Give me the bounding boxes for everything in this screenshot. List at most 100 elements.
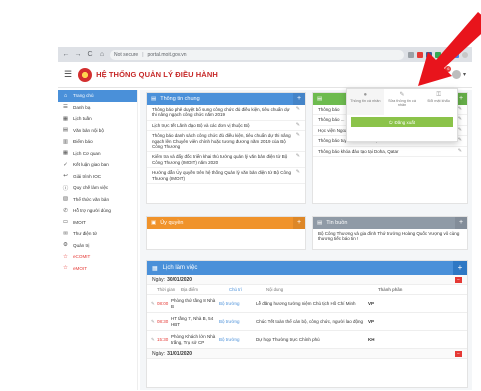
- person-icon: ●: [363, 92, 368, 98]
- sidebar-item[interactable]: ↩ Giải trình IOC: [58, 171, 137, 183]
- add-event-button[interactable]: +: [453, 261, 467, 275]
- day-row: Ngày: 30/01/2020 −: [147, 275, 467, 285]
- reply-icon: ↩: [63, 173, 68, 180]
- menu-icon[interactable]: ☰: [64, 69, 72, 80]
- sidebar-item[interactable]: ▦ Lịch Cơ quan: [58, 148, 137, 160]
- sidebar-item[interactable]: ✉ Thư điện tử: [58, 228, 137, 240]
- announcement-icon: ▤: [317, 96, 323, 102]
- list-item[interactable]: Hướng dẫn Ủy quyền trên hệ thống Quản lý…: [147, 168, 305, 185]
- event-time: 08:30: [157, 318, 169, 324]
- home-icon[interactable]: ⌂: [98, 51, 106, 58]
- list-item[interactable]: Thông báo khóa đào tạo tại Doha, Qatar ✎: [313, 147, 467, 158]
- edit-icon[interactable]: ✎: [296, 106, 300, 118]
- extension-icon[interactable]: [453, 51, 459, 58]
- collapse-button[interactable]: −: [455, 350, 462, 357]
- book-icon: ☰: [63, 104, 68, 111]
- sidebar-item-label: Trang chủ: [73, 93, 94, 99]
- table-row[interactable]: ✎ 08:30 HT tầng 7, Nhà B, 54 HBT Bộ trưởng C…: [147, 313, 467, 331]
- list-item[interactable]: Bộ Công Thương và gia đình Thứ trưởng Ho…: [313, 229, 467, 244]
- panel-title: Thông tin chung: [160, 96, 200, 102]
- edit-icon[interactable]: ✎: [296, 122, 300, 128]
- add-button[interactable]: +: [455, 217, 467, 229]
- edit-icon[interactable]: ✎: [458, 137, 462, 143]
- list-item[interactable]: Thông báo phê duyệt bổ sung công chức đủ…: [147, 105, 305, 121]
- edit-icon[interactable]: ✎: [296, 154, 300, 165]
- list-item-text: Thông báo danh sách công chức đủ điều ki…: [152, 133, 291, 150]
- list-item[interactable]: Kiểm tra và đẩy đốc triển khai thủ tướng…: [147, 152, 305, 169]
- sidebar-item[interactable]: ▦ Lịch tuần: [58, 113, 137, 125]
- user-menu-tab[interactable]: ● Thông tin cá nhân: [347, 89, 384, 115]
- general-info-header: ▤ Thông tin chung +: [147, 93, 305, 105]
- add-button[interactable]: +: [293, 217, 305, 229]
- sidebar-item[interactable]: ⚙ Quản trị: [58, 240, 137, 252]
- logout-label: Đăng xuất: [394, 119, 416, 125]
- general-info-list: Thông báo phê duyệt bổ sung công chức đủ…: [147, 105, 305, 185]
- extension-icon[interactable]: [435, 51, 441, 58]
- edit-icon[interactable]: ✎: [296, 132, 300, 149]
- sidebar: ⌂ Trang chủ ☰ Danh bạ ▦ Lịch tuần ▤ Văn bản nội…: [58, 90, 138, 390]
- extension-icon[interactable]: [417, 51, 423, 58]
- list-item-text: Thông báo khóa đào tạo tại Doha, Qatar: [318, 148, 399, 154]
- edit-icon[interactable]: ✎: [147, 301, 157, 306]
- calendar-icon: ▦: [152, 265, 158, 272]
- edit-icon[interactable]: ✎: [458, 106, 462, 112]
- edit-icon[interactable]: ✎: [147, 319, 157, 324]
- monitor-icon: ▭: [62, 219, 69, 226]
- user-dropdown: ● Thông tin cá nhân ✎ Sửa thông tin cá nhân…: [346, 88, 458, 142]
- profile-icon[interactable]: [462, 51, 468, 58]
- sidebar-item-label: Danh bạ: [73, 104, 91, 110]
- edit-icon[interactable]: ✎: [458, 148, 462, 154]
- reload-icon[interactable]: C: [86, 51, 94, 58]
- event-host[interactable]: Bộ trưởng: [219, 301, 256, 306]
- sidebar-item[interactable]: ⌂ Trang chủ: [58, 90, 137, 102]
- event-host[interactable]: Bộ trưởng: [219, 319, 256, 324]
- sidebar-item[interactable]: ✆ Hỗ trợ người dùng: [58, 205, 137, 217]
- user-menu-tabs: ● Thông tin cá nhân ✎ Sửa thông tin cá nhân…: [347, 89, 457, 115]
- user-menu-tab[interactable]: ⚿ Đổi mật khẩu: [420, 89, 457, 115]
- extension-icon[interactable]: [426, 51, 432, 58]
- event-list: ✎ 08:00 Phòng thứ tầng 8 Nhà B Bộ trưởng Lễ …: [147, 295, 467, 349]
- news-text: Bộ Công Thương và gia đình Thứ trưởng Ho…: [318, 231, 460, 242]
- sidebar-item[interactable]: ▧ Thể thức văn bản: [58, 194, 137, 206]
- event-content: Lễ đăng hương tưởng niệm Chủ tịch Hồ Chí…: [256, 300, 356, 306]
- table-row[interactable]: ✎ 15:30 Phòng Khách lớn Nhà trắng, Trụ sở …: [147, 331, 467, 349]
- edit-icon[interactable]: ✎: [296, 170, 300, 181]
- sidebar-item-label: Kết luận giao ban: [73, 162, 109, 168]
- notification-badge: 6: [445, 66, 452, 72]
- back-icon[interactable]: ←: [62, 51, 70, 58]
- event-host[interactable]: Bộ trưởng: [219, 337, 256, 342]
- event-time: 08:00: [157, 300, 169, 306]
- sidebar-item[interactable]: ▤ Văn bản nội bộ: [58, 125, 137, 137]
- collapse-button[interactable]: −: [455, 276, 462, 283]
- extension-icon[interactable]: [444, 51, 450, 58]
- sidebar-item[interactable]: ▭ IMOIT: [58, 217, 137, 229]
- user-menu-tab[interactable]: ✎ Sửa thông tin cá nhân: [384, 89, 421, 115]
- doc-format-icon: ▧: [62, 196, 69, 203]
- event-place: Phòng thứ tầng 8 Nhà B: [171, 298, 216, 309]
- sidebar-item[interactable]: ☆ eCOMIT: [58, 251, 137, 263]
- event-content: Chúc Tết toàn thể cán bộ, công chức, ngư…: [256, 318, 363, 324]
- sidebar-item[interactable]: ✓ Kết luận giao ban: [58, 159, 137, 171]
- user-menu[interactable]: ▾: [452, 70, 466, 79]
- forward-icon[interactable]: →: [74, 51, 82, 58]
- notification-icon[interactable]: ✉ 6: [440, 66, 452, 79]
- sidebar-item[interactable]: ☆ eMOIT: [58, 263, 137, 275]
- bookmark-icon[interactable]: [408, 51, 414, 58]
- sidebar-item[interactable]: ▥ Điểm báo: [58, 136, 137, 148]
- table-row[interactable]: ✎ 08:00 Phòng thứ tầng 8 Nhà B Bộ trưởng Lễ …: [147, 295, 467, 313]
- sidebar-item[interactable]: ☰ Danh bạ: [58, 102, 137, 114]
- sidebar-item[interactable]: ⓘ Quy chế làm việc: [58, 182, 137, 194]
- day-prefix: Ngày:: [152, 276, 166, 283]
- address-bar[interactable]: Not secure | portal.moit.gov.vn: [110, 49, 404, 60]
- list-item[interactable]: Lịch trực tết Lãnh đạo Bộ và các đơn vị …: [147, 121, 305, 132]
- add-button[interactable]: +: [293, 93, 305, 105]
- logout-button[interactable]: ⏻ Đăng xuất: [351, 117, 453, 127]
- url-text: portal.moit.gov.vn: [147, 51, 187, 58]
- edit-icon[interactable]: ✎: [147, 337, 157, 342]
- list-item[interactable]: Thông báo danh sách công chức đủ điều ki…: [147, 131, 305, 153]
- avatar: [452, 70, 462, 79]
- edit-icon[interactable]: ✎: [458, 116, 462, 122]
- edit-icon[interactable]: ✎: [458, 127, 462, 133]
- table-header: Thời gian Địa điểm Chủ trì Nội dung Thành ph…: [147, 285, 467, 295]
- sidebar-item-label: eCOMIT: [73, 254, 91, 260]
